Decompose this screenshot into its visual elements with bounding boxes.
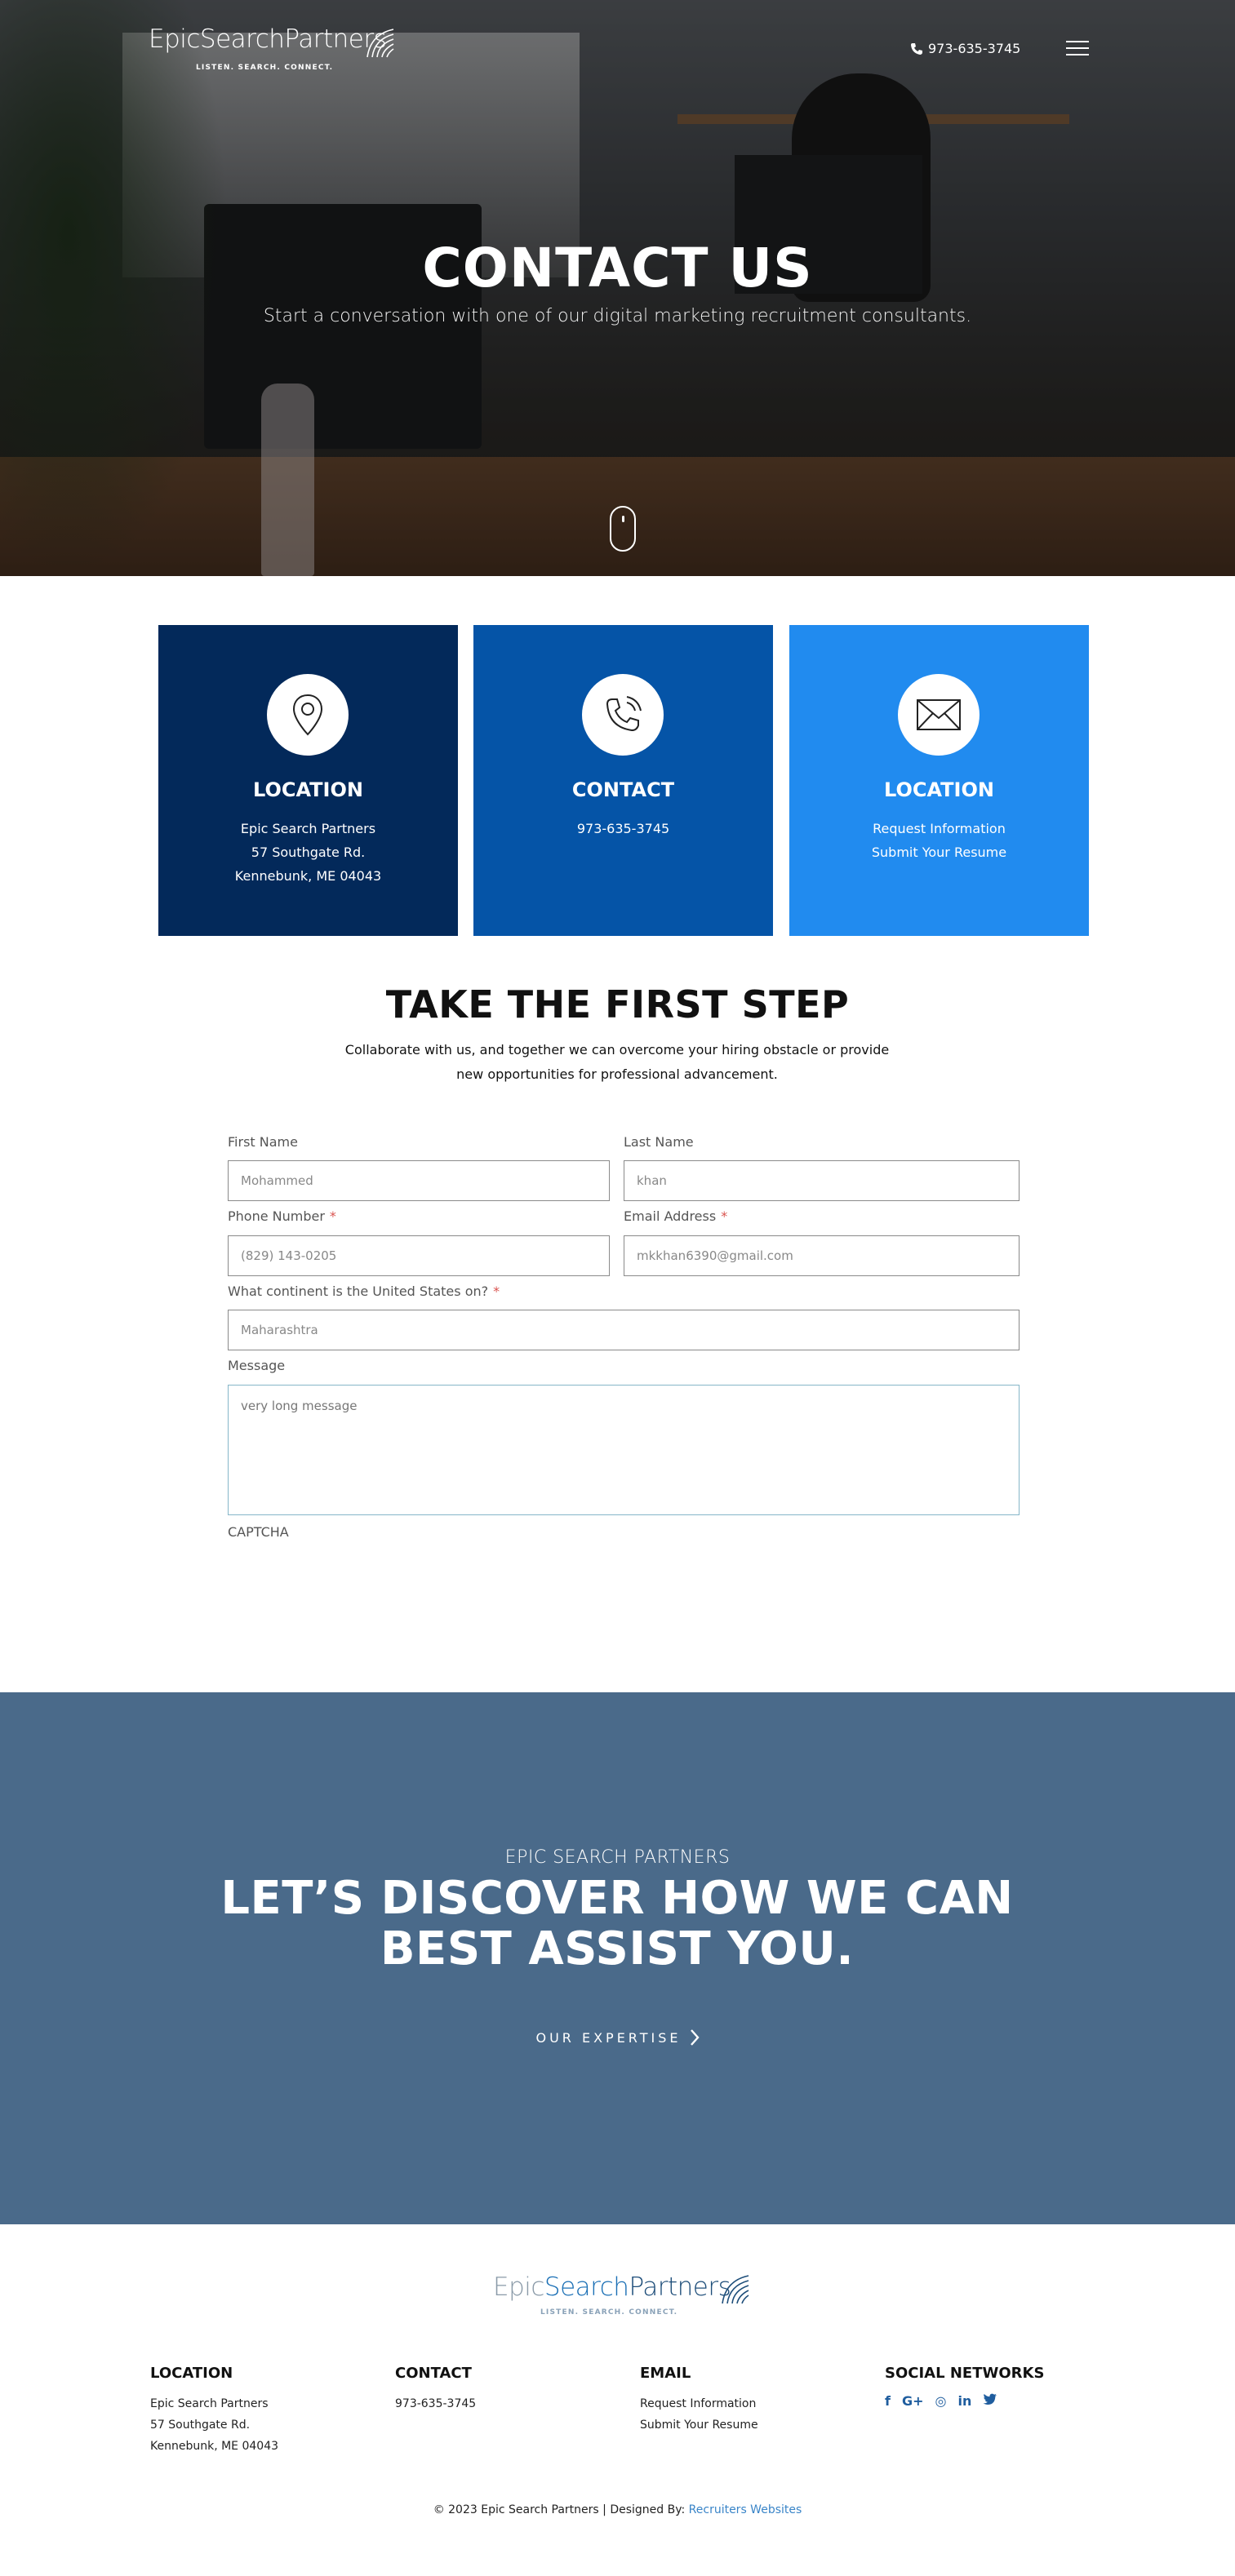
linkedin-icon[interactable]: in: [957, 2393, 971, 2409]
info-card-email: LOCATION Request Information Submit Your…: [789, 625, 1089, 936]
footer-social: SOCIAL NETWORKS f G+ ◎ in: [885, 2365, 1097, 2409]
site-logo[interactable]: EpicSearchPartners LISTEN. SEARCH. CONNE…: [149, 24, 394, 72]
cta-eyebrow: EPIC SEARCH PARTNERS: [504, 1847, 731, 1868]
footer-logo-partners: Partners: [629, 2272, 731, 2302]
phone-number-label: Phone Number *: [228, 1208, 336, 1224]
card-phone-link[interactable]: 973-635-3745: [473, 817, 773, 840]
copyright: © 2023 Epic Search Partners | Designed B…: [0, 2503, 1235, 2516]
first-name-field[interactable]: [228, 1160, 610, 1201]
logo-arcs-icon: [367, 29, 394, 58]
page-title: CONTACT US: [422, 237, 813, 299]
card-title: CONTACT: [571, 778, 675, 801]
footer-location-title: LOCATION: [150, 2365, 233, 2382]
footer-email-title: EMAIL: [640, 2365, 691, 2382]
card-line: Kennebunk, ME 04043: [234, 868, 382, 884]
our-expertise-button[interactable]: OUR EXPERTISE: [0, 2028, 1235, 2046]
cta-headline: LET’S DISCOVER HOW WE CAN BEST ASSIST YO…: [220, 1872, 1014, 1975]
hero-subtitle: Start a conversation with one of our dig…: [263, 306, 972, 326]
message-label: Message: [228, 1358, 286, 1373]
card-line: Epic Search Partners: [240, 821, 376, 836]
footer-logo[interactable]: EpicSearchPartners LISTEN. SEARCH. CONNE…: [493, 2272, 749, 2317]
first-name-label: First Name: [228, 1134, 298, 1150]
captcha-question-field[interactable]: [228, 1310, 1020, 1350]
last-name-label: Last Name: [624, 1134, 694, 1150]
message-field[interactable]: [228, 1385, 1020, 1515]
footer-phone-link[interactable]: 973-635-3745: [395, 2393, 607, 2414]
footer-line: Kennebunk, ME 04043: [150, 2440, 279, 2453]
footer-line: Epic Search Partners: [150, 2397, 269, 2410]
request-information-link[interactable]: Request Information: [789, 817, 1089, 840]
header-phone-link[interactable]: 973-635-3745: [910, 41, 1020, 56]
footer-contact: CONTACT 973-635-3745: [395, 2365, 607, 2414]
envelope-icon: [917, 699, 961, 730]
footer-email: EMAIL Request Information Submit Your Re…: [640, 2365, 852, 2436]
required-marker: *: [721, 1208, 728, 1224]
required-marker: *: [493, 1284, 500, 1299]
logo-name: EpicSearchPartners: [149, 24, 387, 54]
google-plus-icon[interactable]: G+: [902, 2393, 924, 2409]
required-marker: *: [329, 1208, 336, 1224]
submit-resume-link[interactable]: Submit Your Resume: [789, 840, 1089, 864]
logo-tagline: LISTEN. SEARCH. CONNECT.: [196, 64, 334, 72]
footer-logo-tagline: LISTEN. SEARCH. CONNECT.: [540, 2308, 678, 2317]
designer-link[interactable]: Recruiters Websites: [689, 2503, 802, 2516]
phone-icon: [911, 42, 922, 55]
phone-icon: [606, 696, 642, 732]
email-address-field[interactable]: [624, 1235, 1020, 1276]
form-section-title: TAKE THE FIRST STEP: [385, 982, 850, 1026]
footer-location: LOCATION Epic Search Partners 57 Southga…: [150, 2365, 362, 2457]
hamburger-icon[interactable]: [1066, 41, 1089, 59]
card-icon-circle: [898, 674, 980, 756]
info-card-location: LOCATION Epic Search Partners 57 Southga…: [158, 625, 458, 936]
footer-logo-epic: Epic: [493, 2272, 544, 2302]
captcha-question-label: What continent is the United States on? *: [228, 1284, 500, 1299]
card-title: LOCATION: [884, 778, 994, 801]
card-line: 57 Southgate Rd.: [251, 845, 366, 860]
phone-number-field[interactable]: [228, 1235, 610, 1276]
footer-contact-title: CONTACT: [395, 2365, 472, 2382]
our-expertise-label: OUR EXPERTISE: [535, 2029, 682, 2046]
footer-submit-resume-link[interactable]: Submit Your Resume: [640, 2414, 852, 2436]
footer-request-information-link[interactable]: Request Information: [640, 2393, 852, 2414]
info-card-contact: CONTACT 973-635-3745: [473, 625, 773, 936]
email-address-label: Email Address *: [624, 1208, 728, 1224]
twitter-icon[interactable]: [983, 2393, 997, 2409]
card-icon-circle: [267, 674, 349, 756]
map-pin-icon: [292, 694, 323, 736]
card-icon-circle: [582, 674, 664, 756]
captcha-label: CAPTCHA: [228, 1524, 289, 1540]
footer-social-title: SOCIAL NETWORKS: [885, 2365, 1045, 2382]
chevron-right-icon: [690, 2029, 700, 2046]
instagram-icon[interactable]: ◎: [935, 2393, 947, 2409]
logo-arcs-icon: [722, 2275, 749, 2304]
form-section-description: Collaborate with us, and together we can…: [344, 1042, 890, 1082]
mouse-scroll-icon[interactable]: [610, 506, 636, 552]
copyright-icon: ©: [433, 2503, 445, 2516]
last-name-field[interactable]: [624, 1160, 1020, 1201]
copyright-text: 2023 Epic Search Partners | Designed By:: [448, 2503, 686, 2516]
header-phone-number: 973-635-3745: [928, 41, 1021, 56]
hero-banner: EpicSearchPartners LISTEN. SEARCH. CONNE…: [0, 0, 1235, 576]
cta-band: EPIC SEARCH PARTNERS LET’S DISCOVER HOW …: [0, 1692, 1235, 2224]
facebook-icon[interactable]: f: [885, 2393, 891, 2409]
footer-logo-search: Search: [544, 2272, 629, 2302]
card-title: LOCATION: [253, 778, 363, 801]
footer-line: 57 Southgate Rd.: [150, 2419, 251, 2432]
